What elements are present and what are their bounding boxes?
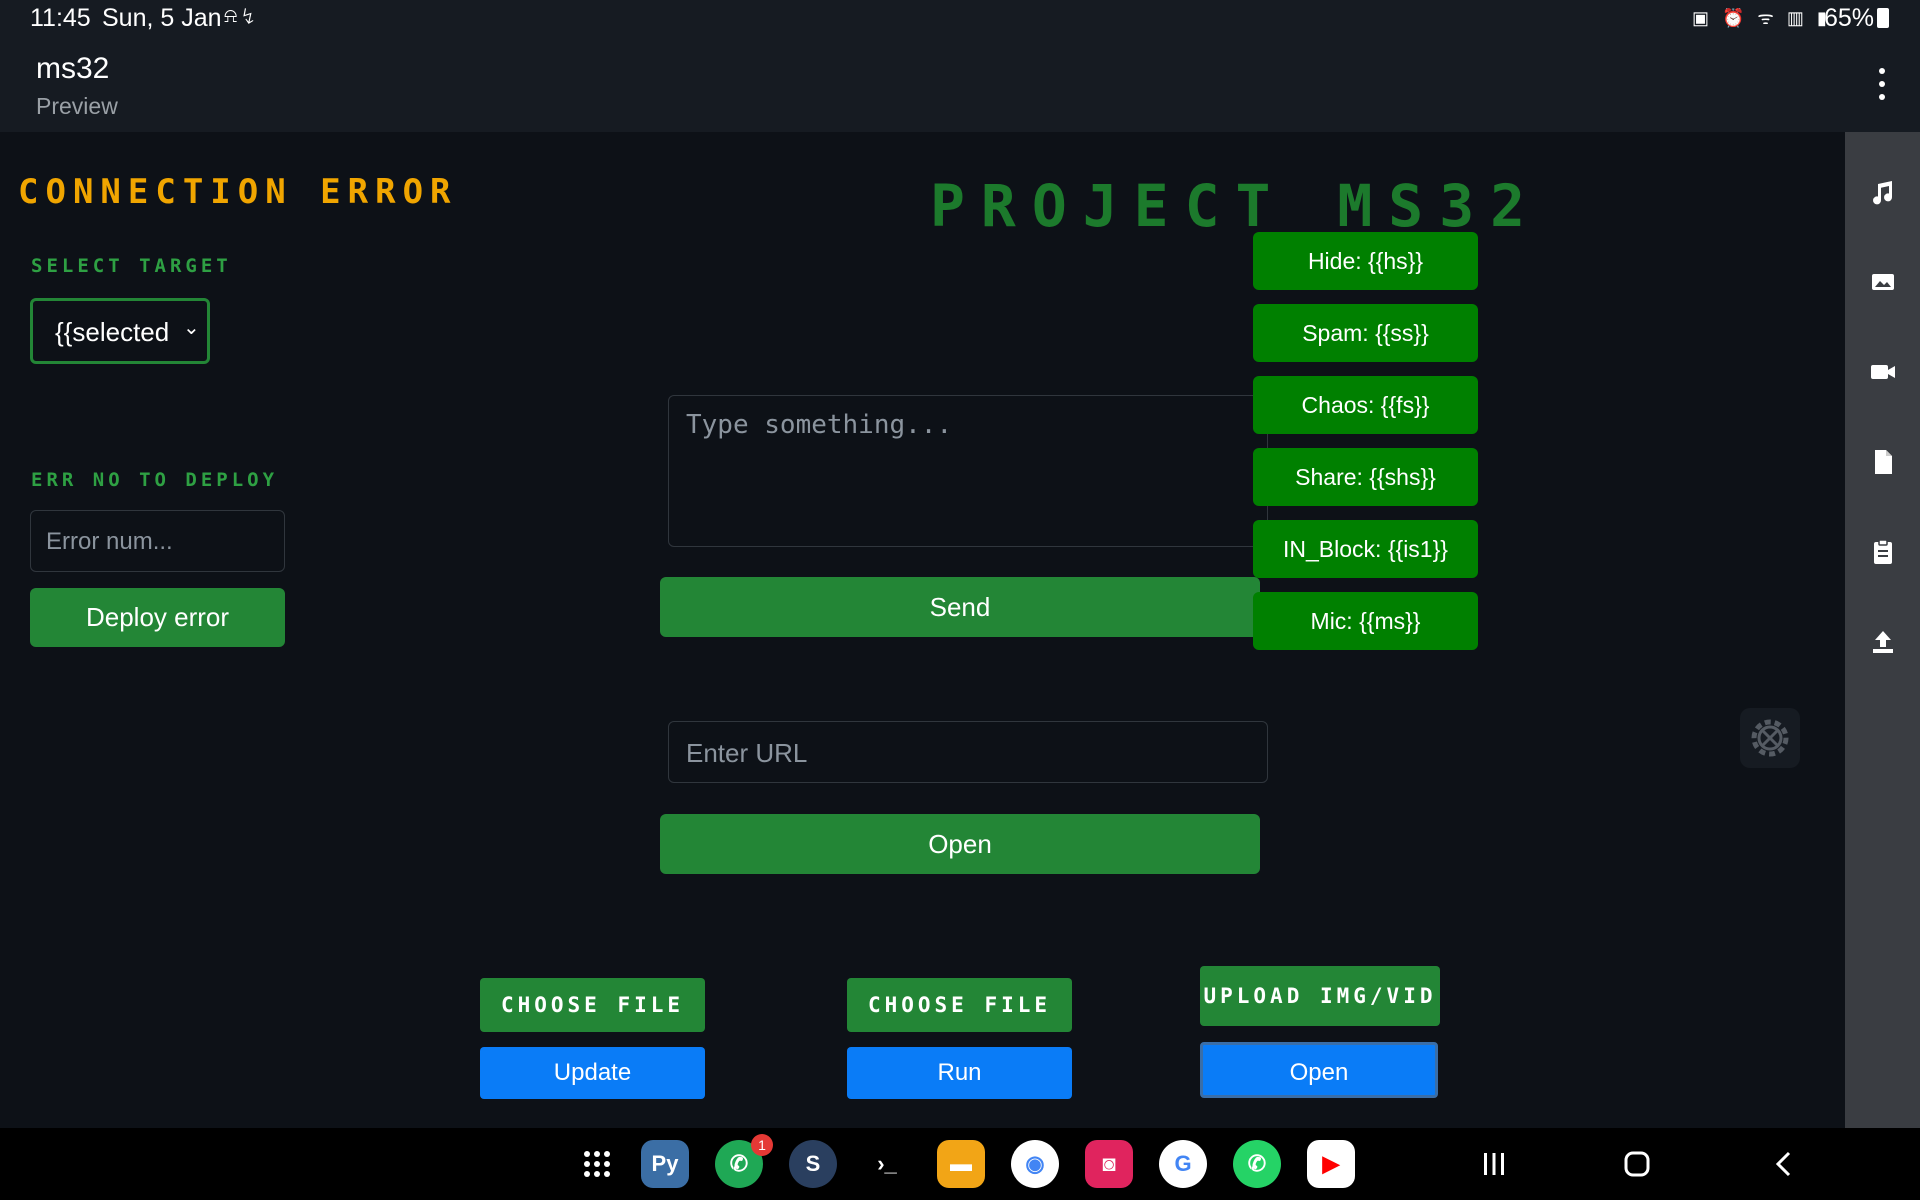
- mic-toggle-button[interactable]: Mic: {{ms}}: [1253, 592, 1478, 650]
- choose-file-button-1[interactable]: CHOOSE FILE: [480, 978, 705, 1032]
- youtube-app-icon[interactable]: ▶: [1307, 1140, 1355, 1188]
- error-number-placeholder: Error num...: [46, 528, 173, 555]
- err-no-label: ERR NO TO DEPLOY: [31, 469, 279, 491]
- phone-badge: 1: [751, 1134, 773, 1156]
- notification-icons: ⍾ ↯: [224, 5, 255, 27]
- whatsapp-app-icon[interactable]: ✆: [1233, 1140, 1281, 1188]
- hide-toggle-button[interactable]: Hide: {{hs}}: [1253, 232, 1478, 290]
- open-url-button[interactable]: Open: [660, 814, 1260, 874]
- status-bar: 11:45 Sun, 5 Jan ⍾ ↯ ▣ ⏰ ᯤ ▥ ▮ 65%: [0, 0, 1920, 36]
- in-block-toggle-button[interactable]: IN_Block: {{is1}}: [1253, 520, 1478, 578]
- share-toggle-button[interactable]: Share: {{shs}}: [1253, 448, 1478, 506]
- app-title: ms32: [36, 52, 110, 85]
- open-upload-button[interactable]: Open: [1200, 1042, 1438, 1098]
- settings-gear-button[interactable]: [1740, 708, 1800, 768]
- error-number-input[interactable]: Error num...: [30, 510, 285, 572]
- update-button[interactable]: Update: [480, 1047, 705, 1099]
- url-placeholder: Enter URL: [686, 738, 808, 768]
- app-subtitle: Preview: [36, 93, 118, 119]
- terminal-app-icon[interactable]: ›_: [863, 1140, 911, 1188]
- status-time: 11:45: [30, 4, 91, 32]
- more-options-icon[interactable]: [1872, 66, 1892, 102]
- file-icon[interactable]: [1869, 448, 1897, 476]
- pydroid-app-icon[interactable]: Py: [641, 1140, 689, 1188]
- back-icon[interactable]: [1770, 1150, 1798, 1178]
- spam-toggle-button[interactable]: Spam: {{ss}}: [1253, 304, 1478, 362]
- navigation-bar: Py ✆ 1 S ›_ ▬ ◉ ◙ G ✆ ▶: [0, 1128, 1920, 1200]
- chrome-app-icon[interactable]: ◉: [1011, 1140, 1059, 1188]
- music-icon[interactable]: [1869, 178, 1897, 206]
- battery-level: 65%: [1824, 4, 1890, 33]
- files-app-icon[interactable]: ▬: [937, 1140, 985, 1188]
- select-target-label: SELECT TARGET: [31, 255, 232, 277]
- image-icon[interactable]: [1869, 268, 1897, 296]
- recent-apps-icon[interactable]: [1480, 1150, 1508, 1178]
- target-select[interactable]: {{selected ⌄: [30, 298, 210, 364]
- send-button[interactable]: Send: [660, 577, 1260, 637]
- chevron-down-icon: ⌄: [183, 317, 200, 339]
- battery-percent: 65%: [1824, 4, 1875, 32]
- app-drawer-icon[interactable]: [581, 1148, 613, 1180]
- message-textarea[interactable]: Type something...: [668, 395, 1268, 547]
- main-content: CONNECTION ERROR SELECT TARGET {{selecte…: [0, 132, 1845, 1128]
- url-input[interactable]: Enter URL: [668, 721, 1268, 783]
- project-title: PROJECT MS32: [930, 172, 1542, 240]
- video-icon[interactable]: [1869, 358, 1897, 386]
- run-button[interactable]: Run: [847, 1047, 1072, 1099]
- deploy-error-button[interactable]: Deploy error: [30, 588, 285, 647]
- screen-recorder-app-icon[interactable]: ◙: [1085, 1140, 1133, 1188]
- home-icon[interactable]: [1623, 1150, 1651, 1178]
- side-rail: [1845, 132, 1920, 1128]
- app-header: ms32 Preview: [0, 36, 1920, 132]
- upload-img-vid-button[interactable]: UPLOAD IMG/VID: [1200, 966, 1440, 1026]
- shield-app-icon[interactable]: S: [789, 1140, 837, 1188]
- gear-icon: [1751, 719, 1789, 757]
- status-date: Sun, 5 Jan: [102, 4, 222, 32]
- phone-app-icon[interactable]: ✆ 1: [715, 1134, 773, 1188]
- choose-file-button-2[interactable]: CHOOSE FILE: [847, 978, 1072, 1032]
- battery-icon: [1877, 8, 1890, 28]
- google-app-icon[interactable]: G: [1159, 1140, 1207, 1188]
- chaos-toggle-button[interactable]: Chaos: {{fs}}: [1253, 376, 1478, 434]
- upload-icon[interactable]: [1869, 628, 1897, 656]
- system-status-icons: ▣ ⏰ ᯤ ▥ ▮: [1692, 8, 1831, 28]
- clipboard-icon[interactable]: [1869, 538, 1897, 566]
- connection-error-text: CONNECTION ERROR: [18, 172, 458, 212]
- message-placeholder: Type something...: [686, 410, 953, 440]
- target-select-value: {{selected: [55, 317, 170, 347]
